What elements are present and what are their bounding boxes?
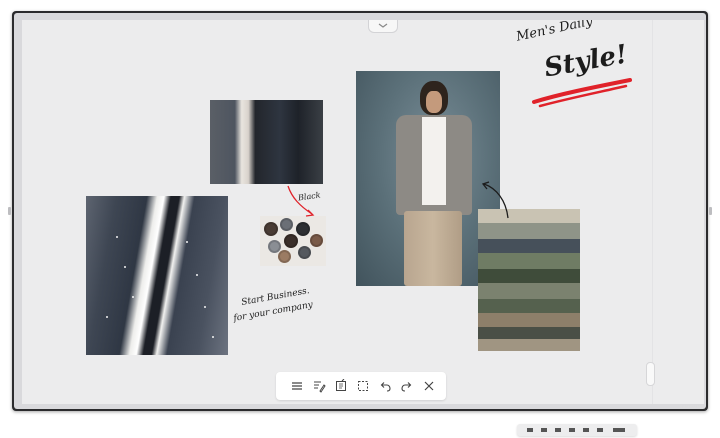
whiteboard-canvas[interactable]: Men's Daily Style! Black Start Business.… bbox=[22, 20, 704, 404]
taskbar-item-icon[interactable] bbox=[583, 428, 589, 432]
photo-fabric-rolls[interactable] bbox=[478, 209, 580, 351]
chevron-down-icon bbox=[378, 23, 388, 28]
menu-button[interactable] bbox=[290, 379, 304, 393]
red-underline-stroke bbox=[532, 78, 632, 108]
photo-mannequin-suit[interactable] bbox=[210, 100, 323, 184]
taskbar-item-icon[interactable] bbox=[541, 428, 547, 432]
redo-button[interactable] bbox=[400, 379, 414, 393]
photo-buttons[interactable] bbox=[260, 216, 326, 266]
side-panel-handle[interactable] bbox=[646, 362, 655, 386]
undo-button[interactable] bbox=[378, 379, 392, 393]
red-arrow-icon bbox=[287, 185, 315, 217]
pen-icon bbox=[314, 381, 326, 393]
top-pulldown-handle[interactable] bbox=[368, 20, 398, 33]
pen-button[interactable] bbox=[312, 379, 326, 393]
photo-tailored-jacket[interactable] bbox=[86, 196, 228, 355]
close-button[interactable] bbox=[422, 379, 436, 393]
menu-icon bbox=[292, 382, 302, 390]
select-button[interactable] bbox=[356, 379, 370, 393]
right-edge-button bbox=[709, 207, 712, 215]
brand-logo: SAMSUNG bbox=[679, 404, 704, 409]
redo-icon bbox=[401, 382, 412, 392]
undo-icon bbox=[380, 382, 391, 392]
floating-toolbar bbox=[276, 372, 446, 400]
black-arrow-icon bbox=[481, 181, 509, 219]
sticky-note-icon bbox=[336, 379, 346, 391]
right-panel-divider bbox=[652, 20, 653, 404]
taskbar-item-icon[interactable] bbox=[569, 428, 575, 432]
handwriting-title: Men's Daily bbox=[515, 20, 595, 45]
left-edge-button bbox=[8, 207, 11, 215]
close-icon bbox=[424, 381, 434, 391]
device-taskbar bbox=[517, 424, 637, 436]
taskbar-item-icon[interactable] bbox=[527, 428, 533, 432]
sticky-note-button[interactable] bbox=[334, 379, 348, 393]
taskbar-item-icon[interactable] bbox=[597, 428, 603, 432]
select-icon bbox=[358, 381, 368, 391]
taskbar-item-icon[interactable] bbox=[613, 428, 625, 432]
taskbar-item-icon[interactable] bbox=[555, 428, 561, 432]
